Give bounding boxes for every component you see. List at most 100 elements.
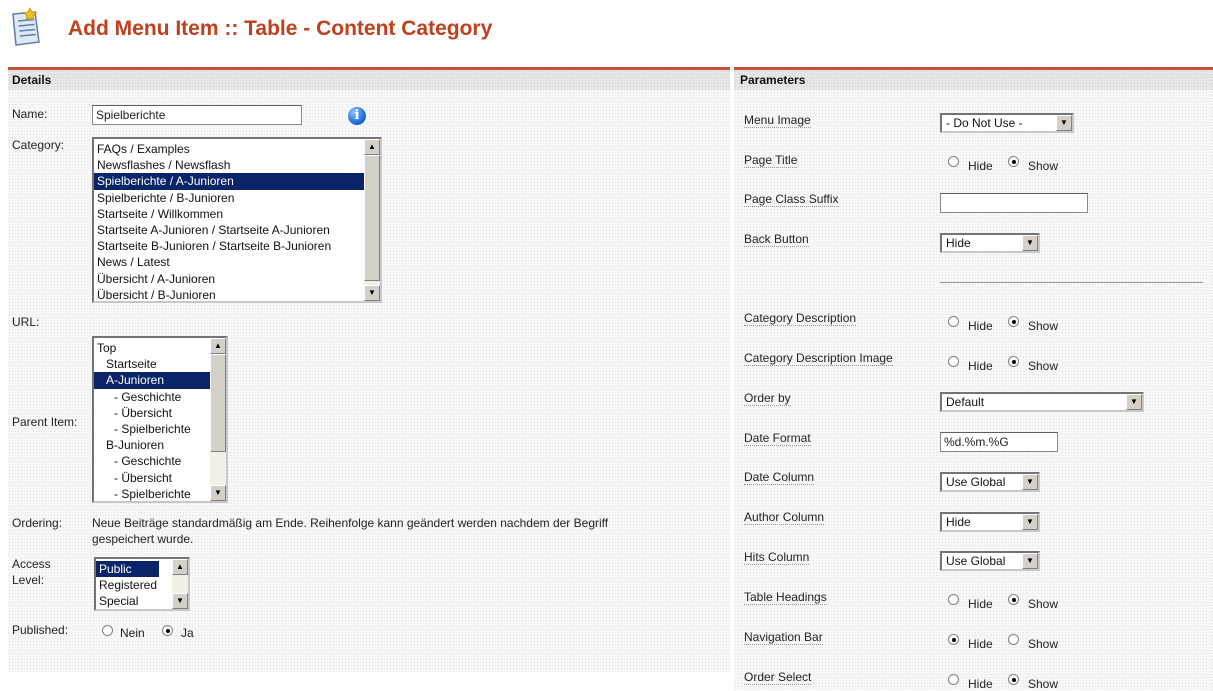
parent-option[interactable]: Top (94, 340, 212, 356)
table-headings-hide-radio[interactable] (948, 594, 959, 605)
parent-option[interactable]: - Geschichte (94, 453, 212, 469)
scroll-down-icon[interactable]: ▼ (364, 285, 380, 301)
category-option[interactable]: Spielberichte / B-Junioren (94, 190, 366, 206)
published-yes-label: Ja (181, 626, 194, 640)
published-yes-radio[interactable] (162, 625, 173, 636)
parent-option[interactable]: - Spielberichte (94, 421, 212, 437)
category-option[interactable]: Übersicht / B-Junioren (94, 287, 366, 301)
author-column-select[interactable]: Hide ▼ (940, 512, 1040, 532)
chevron-down-icon[interactable]: ▼ (1022, 235, 1038, 251)
scroll-thumb[interactable] (210, 354, 226, 452)
scroll-down-icon[interactable]: ▼ (172, 593, 188, 609)
scroll-thumb[interactable] (364, 155, 380, 281)
chevron-down-icon[interactable]: ▼ (1022, 474, 1038, 490)
page-title-hide-radio[interactable] (948, 156, 959, 167)
parent-item-listbox[interactable]: Top Startseite A-Junioren - Geschichte -… (92, 336, 228, 503)
parent-option[interactable]: - Übersicht (94, 405, 212, 421)
date-format-input[interactable] (940, 432, 1058, 452)
chevron-down-icon[interactable]: ▼ (1022, 553, 1038, 569)
menu-image-value: - Do Not Use - (946, 116, 1023, 130)
details-panel: Details Name: i Category: FAQs / Example… (8, 67, 730, 672)
category-option[interactable]: Übersicht / A-Junioren (94, 271, 366, 287)
order-select-hide-label: Hide (968, 677, 993, 691)
category-option[interactable]: Newsflashes / Newsflash (94, 157, 366, 173)
access-option[interactable]: Special (96, 593, 174, 609)
separator-line (940, 282, 1203, 283)
access-level-listbox[interactable]: Public Registered Special ▲ ▼ (94, 557, 190, 611)
date-format-label: Date Format (744, 431, 811, 446)
parameters-heading: Parameters (734, 70, 1213, 90)
access-option[interactable]: Registered (96, 577, 174, 593)
table-headings-show-label: Show (1028, 597, 1059, 611)
ordering-text-line1: Neue Beiträge standardmäßig am Ende. Rei… (92, 516, 609, 530)
page-title-show-radio[interactable] (1008, 156, 1019, 167)
name-label: Name: (12, 107, 48, 121)
info-icon[interactable]: i (348, 107, 366, 125)
parameters-panel: Parameters Menu Image - Do Not Use - ▼ P… (734, 67, 1213, 691)
category-description-show-radio[interactable] (1008, 316, 1019, 327)
published-no-radio[interactable] (102, 625, 113, 636)
category-option[interactable]: Startseite B-Junioren / Startseite B-Jun… (94, 238, 366, 254)
access-level-label-line2: Level: (12, 573, 45, 587)
parent-item-label: Parent Item: (12, 415, 78, 429)
scroll-down-icon[interactable]: ▼ (210, 485, 226, 501)
hits-column-value: Use Global (946, 554, 1006, 568)
page-class-suffix-input[interactable] (940, 193, 1088, 213)
access-option-selected[interactable]: Public (96, 561, 159, 578)
navigation-bar-show-radio[interactable] (1008, 634, 1019, 645)
hits-column-select[interactable]: Use Global ▼ (940, 551, 1040, 571)
category-description-image-hide-label: Hide (968, 359, 993, 373)
page-title: Add Menu Item :: Table - Content Categor… (68, 17, 493, 40)
category-option-selected[interactable]: Spielberichte / A-Junioren (94, 173, 366, 190)
parent-option[interactable]: - Übersicht (94, 470, 212, 486)
category-option[interactable]: FAQs / Examples (94, 141, 366, 157)
category-description-image-hide-radio[interactable] (948, 356, 959, 367)
order-select-show-radio[interactable] (1008, 674, 1019, 685)
parent-option[interactable]: B-Junioren (94, 437, 212, 453)
navigation-bar-hide-radio[interactable] (948, 634, 959, 645)
hits-column-label: Hits Column (744, 550, 810, 565)
order-by-label: Order by (744, 391, 791, 406)
back-button-select[interactable]: Hide ▼ (940, 233, 1040, 253)
menu-image-select[interactable]: - Do Not Use - ▼ (940, 113, 1074, 133)
order-by-select[interactable]: Default ▼ (940, 392, 1144, 412)
order-select-label: Order Select (744, 670, 812, 685)
parent-scrollbar[interactable]: ▲ ▼ (210, 338, 226, 501)
chevron-down-icon[interactable]: ▼ (1126, 394, 1142, 410)
table-headings-label: Table Headings (744, 590, 827, 605)
ordering-text-line2: gespeichert wurde. (92, 532, 194, 546)
date-column-select[interactable]: Use Global ▼ (940, 472, 1040, 492)
scroll-up-icon[interactable]: ▲ (172, 559, 188, 575)
date-column-value: Use Global (946, 475, 1006, 489)
order-select-hide-radio[interactable] (948, 674, 959, 685)
chevron-down-icon[interactable]: ▼ (1022, 514, 1038, 530)
category-option[interactable]: Startseite / Willkommen (94, 206, 366, 222)
category-description-hide-radio[interactable] (948, 316, 959, 327)
menu-image-label: Menu Image (744, 113, 811, 128)
ordering-label: Ordering: (12, 516, 63, 530)
page-class-suffix-label: Page Class Suffix (744, 192, 839, 207)
category-option[interactable]: Startseite A-Junioren / Startseite A-Jun… (94, 222, 366, 238)
author-column-value: Hide (946, 515, 971, 529)
table-headings-show-radio[interactable] (1008, 594, 1019, 605)
access-level-label-line1: Access (12, 557, 51, 571)
menu-document-icon (12, 7, 40, 46)
page-title-hide-label: Hide (968, 159, 993, 173)
name-input[interactable] (92, 105, 302, 125)
category-listbox[interactable]: FAQs / Examples Newsflashes / Newsflash … (92, 137, 382, 303)
chevron-down-icon[interactable]: ▼ (1056, 115, 1072, 131)
parent-option[interactable]: - Geschichte (94, 389, 212, 405)
back-button-value: Hide (946, 236, 971, 250)
order-by-value: Default (946, 395, 985, 409)
parent-option[interactable]: Startseite (94, 356, 212, 372)
access-scrollbar[interactable]: ▲ ▼ (172, 559, 188, 609)
parent-option[interactable]: - Spielberichte (94, 486, 212, 501)
parent-option-selected[interactable]: A-Junioren (94, 372, 212, 389)
scroll-up-icon[interactable]: ▲ (364, 139, 380, 155)
details-heading: Details (8, 70, 730, 90)
back-button-label: Back Button (744, 232, 809, 247)
category-option[interactable]: News / Latest (94, 254, 366, 270)
category-scrollbar[interactable]: ▲ ▼ (364, 139, 380, 301)
category-description-image-show-radio[interactable] (1008, 356, 1019, 367)
scroll-up-icon[interactable]: ▲ (210, 338, 226, 354)
